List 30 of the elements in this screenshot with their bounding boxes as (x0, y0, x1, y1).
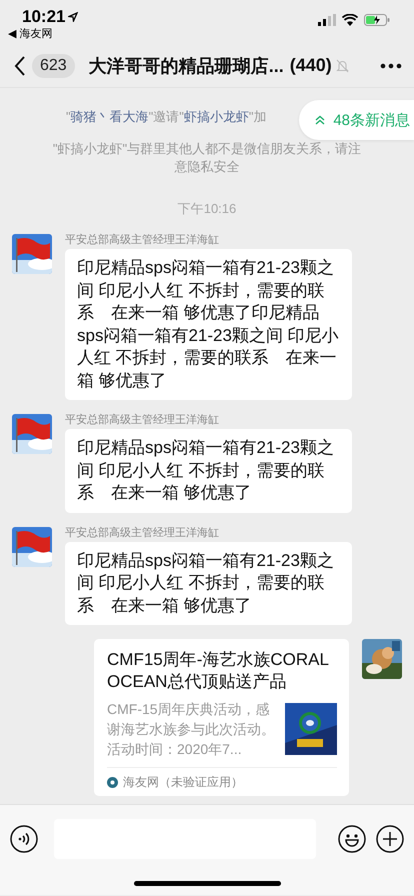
app-logo-icon (107, 776, 118, 788)
voice-icon[interactable] (10, 825, 38, 853)
back-to-app-link[interactable]: ◀ 海友网 (8, 27, 53, 41)
back-chevron-icon[interactable] (14, 56, 26, 76)
message-bubble: 印尼精品sps闷箱一箱有21-23颗之间 印尼小人红 不拆封，需要的联系 在来一箱 够优惠了 (65, 542, 352, 625)
new-messages-button[interactable]: 48条新消息 (299, 100, 414, 140)
clock-time: 10:21 (22, 7, 66, 27)
message-bubble: 印尼精品sps闷箱一箱有21-23颗之间 印尼小人红 不拆封，需要的联系 在来一箱 够优惠了印尼精品sps闷箱一箱有21-23颗之间 印尼小人红 不拆封，需要的联系 在来一箱 够优惠了 (65, 249, 352, 400)
system-notice: "虾搞小龙虾"与群里其他人都不是微信朋友关系，请注意隐私安全 (52, 140, 362, 176)
member-name-link[interactable]: 骑猪丶看大海 (70, 109, 149, 124)
link-card[interactable]: CMF15周年-海艺水族CORAL OCEAN总代顶贴送产品 CMF-15周年庆典活动，感谢海艺水族参与此次活动。活动时间：2020年7... 海友网（未验证应用） (94, 639, 349, 796)
card-description: CMF-15周年庆典活动，感谢海艺水族参与此次活动。活动时间：2020年7... (107, 700, 276, 759)
signal-icon (318, 14, 336, 26)
more-icon[interactable] (380, 62, 402, 68)
sender-name: 平安总部高级主管经理王洋海缸 (65, 414, 220, 427)
member-count: (440) (290, 55, 332, 76)
card-source: 海友网（未验证应用） (123, 774, 243, 790)
wifi-icon (342, 14, 358, 26)
double-chevron-up-icon (315, 115, 326, 125)
member-name-link[interactable]: 虾搞小龙虾 (184, 109, 249, 124)
message-bubble: 印尼精品sps闷箱一箱有21-23颗之间 印尼小人红 不拆封，需要的联系 在来一箱 够优惠了 (65, 429, 352, 512)
sender-name: 平安总部高级主管经理王洋海缸 (65, 526, 220, 540)
plus-icon[interactable] (376, 825, 404, 853)
location-arrow-icon (68, 12, 78, 22)
unread-count-badge: 623 (32, 54, 75, 78)
sender-name: 平安总部高级主管经理王洋海缸 (65, 234, 220, 247)
message-timestamp: 下午10:16 (176, 200, 238, 218)
emoji-icon[interactable] (338, 825, 366, 853)
card-title: CMF15周年-海艺水族CORAL OCEAN总代顶贴送产品 (107, 649, 330, 693)
chat-title: 大洋哥哥的精品珊瑚店... (88, 54, 284, 78)
